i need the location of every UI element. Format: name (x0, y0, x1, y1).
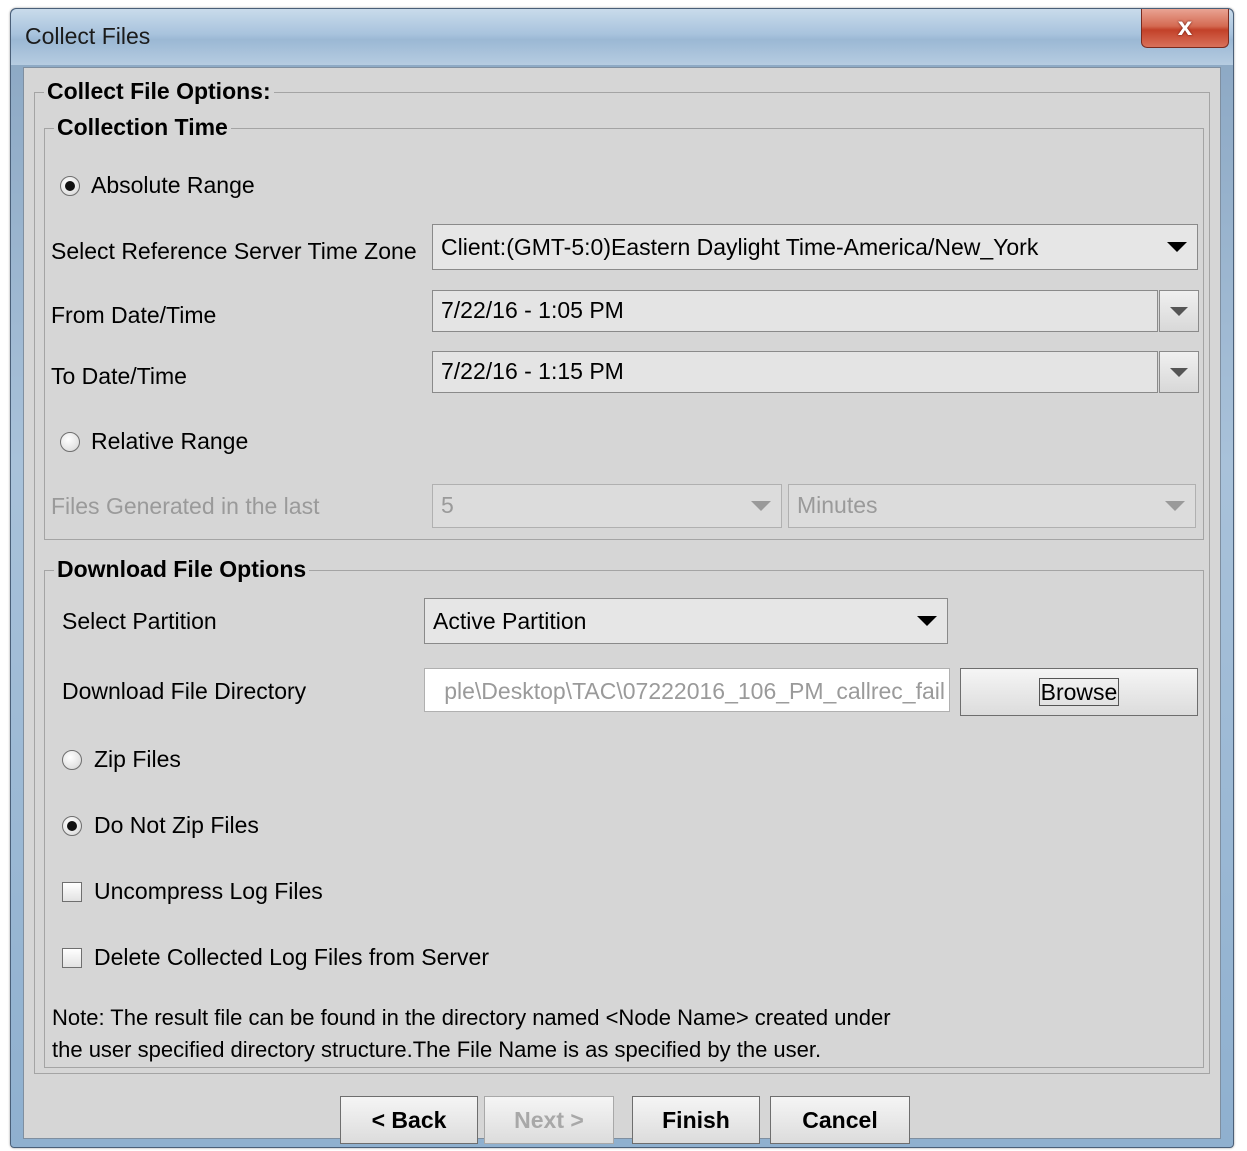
delete-collected-log-files-checkbox[interactable] (62, 948, 82, 968)
timezone-select[interactable]: Client:(GMT-5:0)Eastern Daylight Time-Am… (432, 224, 1198, 270)
absolute-range-label: Absolute Range (91, 172, 255, 198)
absolute-range-radio[interactable] (60, 176, 80, 196)
files-generated-label: Files Generated in the last (51, 493, 320, 519)
download-directory-input[interactable]: ple\Desktop\TAC\07222016_106_PM_callrec_… (424, 668, 950, 712)
back-button[interactable]: < Back (340, 1096, 478, 1144)
chevron-down-icon (917, 616, 937, 626)
from-datetime-value: 7/22/16 - 1:05 PM (441, 297, 624, 323)
chevron-down-icon (751, 501, 771, 511)
timezone-label: Select Reference Server Time Zone (51, 238, 417, 264)
chevron-down-icon (1170, 307, 1188, 316)
to-datetime-dropdown-button[interactable] (1159, 351, 1199, 393)
partition-value: Active Partition (433, 608, 587, 634)
to-datetime-label: To Date/Time (51, 363, 187, 389)
collection-time-legend: Collection Time (54, 114, 231, 141)
chevron-down-icon (1170, 368, 1188, 377)
timezone-value: Client:(GMT-5:0)Eastern Daylight Time-Am… (441, 234, 1039, 260)
do-not-zip-files-label: Do Not Zip Files (94, 812, 259, 838)
window-title: Collect Files (25, 23, 151, 49)
download-file-options-legend: Download File Options (54, 556, 310, 583)
files-generated-unit-value: Minutes (797, 492, 878, 518)
do-not-zip-files-radio[interactable] (62, 816, 82, 836)
to-datetime-value: 7/22/16 - 1:15 PM (441, 358, 624, 384)
zip-files-label: Zip Files (94, 746, 181, 772)
delete-collected-log-files-label: Delete Collected Log Files from Server (94, 944, 489, 970)
collect-file-options-legend: Collect File Options: (44, 78, 274, 105)
files-generated-amount-value: 5 (441, 492, 454, 518)
browse-button-label: Browse (1038, 678, 1120, 706)
from-datetime-field[interactable]: 7/22/16 - 1:05 PM (432, 290, 1158, 332)
finish-button[interactable]: Finish (632, 1096, 760, 1144)
zip-files-radio[interactable] (62, 750, 82, 770)
note-line-1: Note: The result file can be found in th… (52, 1005, 891, 1030)
close-button[interactable]: x (1141, 9, 1229, 48)
from-datetime-label: From Date/Time (51, 302, 217, 328)
from-datetime-dropdown-button[interactable] (1159, 290, 1199, 332)
to-datetime-field[interactable]: 7/22/16 - 1:15 PM (432, 351, 1158, 393)
uncompress-log-files-checkbox[interactable] (62, 882, 82, 902)
relative-range-label: Relative Range (91, 428, 249, 454)
title-bar[interactable]: Collect Files x (11, 9, 1233, 65)
download-directory-label: Download File Directory (62, 678, 307, 704)
files-generated-amount-select[interactable]: 5 (432, 484, 782, 528)
collect-files-window: Collect Files x Collect File Options: Co… (10, 8, 1234, 1148)
cancel-button[interactable]: Cancel (770, 1096, 910, 1144)
files-generated-unit-select[interactable]: Minutes (788, 484, 1196, 528)
dialog-body: Collect File Options: Collection Time Ab… (23, 67, 1221, 1144)
partition-select[interactable]: Active Partition (424, 598, 948, 644)
download-directory-value: ple\Desktop\TAC\07222016_106_PM_callrec_… (444, 678, 945, 704)
browse-button[interactable]: Browse (960, 668, 1198, 716)
chevron-down-icon (1167, 242, 1187, 252)
note-line-2: the user specified directory structure.T… (52, 1037, 822, 1062)
select-partition-label: Select Partition (62, 608, 217, 634)
uncompress-log-files-label: Uncompress Log Files (94, 878, 323, 904)
result-note: Note: The result file can be found in th… (52, 1002, 891, 1066)
next-button[interactable]: Next > (484, 1096, 614, 1144)
chevron-down-icon (1165, 501, 1185, 511)
relative-range-radio[interactable] (60, 432, 80, 452)
